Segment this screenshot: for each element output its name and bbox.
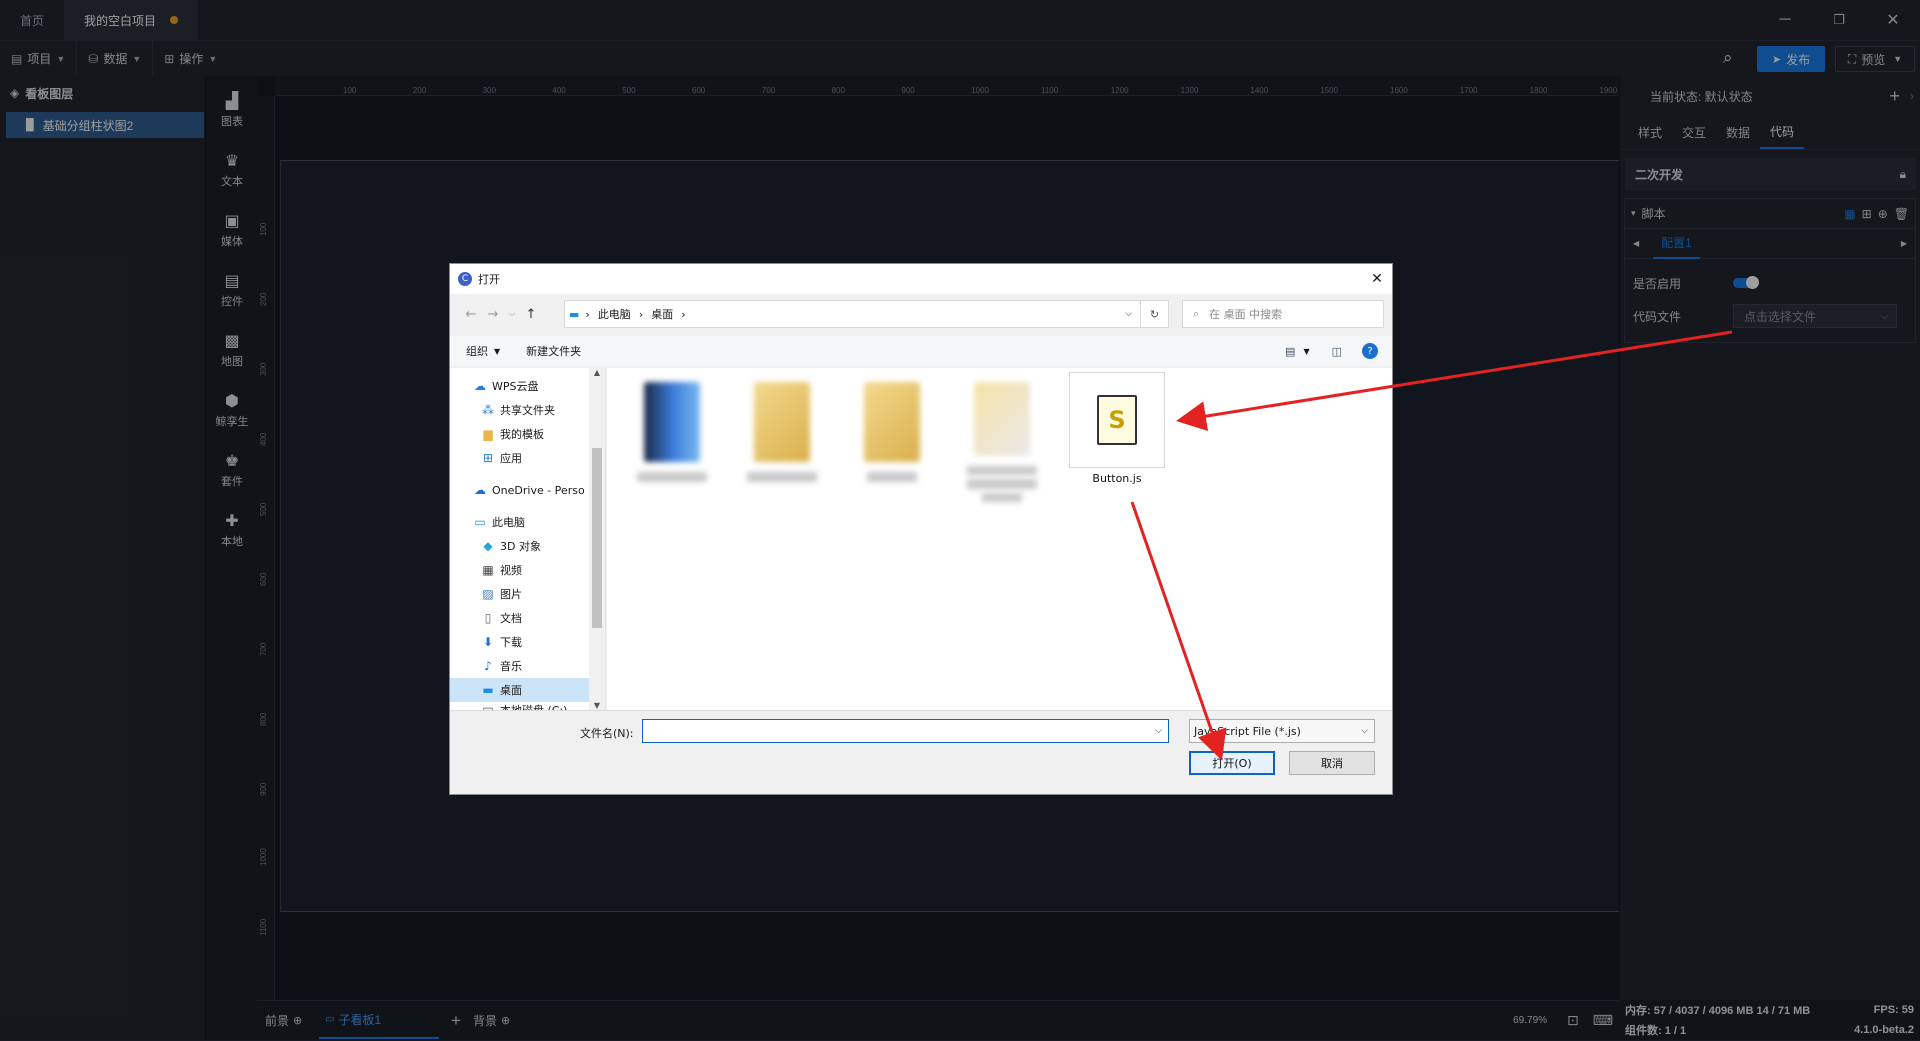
document-icon: ▯ [484,611,492,625]
filetype-label: JavaScript File (*.js) [1194,724,1301,738]
nav-item-label: 本地磁盘 (C:) [500,702,567,710]
address-bar[interactable]: ▬ › 此电脑 › 桌面 › ⌵ [564,300,1141,328]
cloud-icon: ☁ [474,379,486,393]
navigation-pane: ☁ WPS云盘 ⁂ 共享文件夹 ▆ 我的模板 ⊞ 应用 ☁ OneDrive - Pers… [450,368,606,710]
nav-item-label: 文档 [500,612,522,625]
cancel-button[interactable]: 取消 [1289,751,1375,775]
chevron-down-icon: ⌵ [1155,726,1162,736]
search-placeholder: 在 桌面 中搜索 [1209,308,1283,321]
file-name-label: Button.js [1092,472,1142,485]
breadcrumb-separator-icon: › [681,307,686,321]
onedrive-icon: ☁ [474,483,486,497]
nav-item-music[interactable]: ♪ 音乐 [450,654,605,678]
nav-item-onedrive[interactable]: ☁ OneDrive - Perso [450,478,605,502]
nav-item-this-pc[interactable]: ▭ 此电脑 [450,510,605,534]
nav-item-label: 视频 [500,564,522,577]
command-bar: 组织 ▼ 新建文件夹 ▤ ▼ ◫ ? [450,336,1392,366]
back-arrow-icon[interactable]: ← [460,300,482,328]
nav-scrollbar[interactable]: ▲ ▼ [589,368,605,710]
blurred-folder-item[interactable] [959,382,1045,502]
cancel-button-label: 取消 [1321,757,1343,770]
chevron-down-icon[interactable]: ▼ [1303,347,1309,356]
breadcrumb-separator-icon: › [638,307,644,321]
download-icon: ⬇ [482,635,494,649]
nav-item-my-templates[interactable]: ▆ 我的模板 [450,422,605,446]
dialog-titlebar: C 打开 ✕ [450,264,1392,294]
app-logo-icon: C [458,272,472,286]
filename-input[interactable]: ⌵ [642,719,1169,743]
disk-icon: ▭ [482,702,494,710]
nav-item-label: 共享文件夹 [500,404,555,417]
new-folder-button[interactable]: 新建文件夹 [526,343,581,359]
nav-item-label: 3D 对象 [500,540,541,553]
picture-icon: ▨ [482,587,494,601]
organize-menu[interactable]: 组织 ▼ [466,343,500,359]
recent-chevron-icon[interactable]: ⌵ [504,300,520,328]
blurred-folder-item[interactable] [849,382,935,502]
file-item-button-js[interactable]: S Button.js [1069,372,1165,492]
refresh-button[interactable]: ↻ [1141,300,1169,328]
breadcrumb-this-pc[interactable]: 此电脑 [598,306,631,322]
new-folder-label: 新建文件夹 [526,345,582,358]
nav-item-label: 图片 [500,588,522,601]
nav-item-shared-folder[interactable]: ⁂ 共享文件夹 [450,398,605,422]
computer-icon: ▬ [569,307,580,321]
scroll-thumb[interactable] [592,448,602,628]
view-options-icon[interactable]: ▤ [1285,345,1295,358]
dialog-footer: 文件名(N): ⌵ JavaScript File (*.js) ⌵ 打开(O) … [450,710,1392,794]
breadcrumb-desktop[interactable]: 桌面 [651,306,673,322]
filetype-select[interactable]: JavaScript File (*.js) ⌵ [1189,719,1375,743]
open-button[interactable]: 打开(O) [1189,751,1275,775]
dialog-title: 打开 [478,273,500,286]
up-arrow-icon[interactable]: ↑ [520,300,542,328]
share-icon: ⁂ [482,403,494,417]
organize-label: 组织 [466,345,488,358]
js-file-icon: S [1069,372,1165,468]
help-icon[interactable]: ? [1362,343,1378,359]
address-row: ← → ⌵ ↑ ▬ › 此电脑 › 桌面 › ⌵ ↻ ⌕ 在 桌面 中搜索 [460,300,1384,328]
preview-pane-icon[interactable]: ◫ [1332,345,1342,358]
nav-item-pictures[interactable]: ▨ 图片 [450,582,605,606]
nav-item-label: WPS云盘 [492,380,539,393]
nav-item-label: 我的模板 [500,428,544,441]
filename-label: 文件名(N): [580,727,634,740]
close-icon[interactable]: ✕ [1362,271,1392,287]
nav-item-downloads[interactable]: ⬇ 下载 [450,630,605,654]
nav-item-videos[interactable]: ▦ 视频 [450,558,605,582]
folder-search-input[interactable]: ⌕ 在 桌面 中搜索 [1182,300,1384,328]
folder-icon: ▆ [483,427,493,441]
nav-item-label: 下载 [500,636,522,649]
nav-item-desktop[interactable]: ▬ 桌面 [450,678,589,702]
nav-item-wps-cloud[interactable]: ☁ WPS云盘 [450,374,605,398]
cube-icon: ◆ [483,539,493,553]
chevron-down-icon: ⌵ [1361,726,1368,736]
nav-item-local-disk[interactable]: ▭ 本地磁盘 (C:) [450,702,605,710]
nav-item-documents[interactable]: ▯ 文档 [450,606,605,630]
file-list[interactable]: S Button.js [607,368,1392,710]
video-icon: ▦ [482,563,494,577]
open-file-dialog: C 打开 ✕ ← → ⌵ ↑ ▬ › 此电脑 › 桌面 › ⌵ ↻ ⌕ 在 桌面 … [449,263,1393,795]
nav-item-label: OneDrive - Perso [492,483,585,497]
search-icon: ⌕ [1193,307,1200,320]
nav-item-label: 桌面 [500,684,522,697]
open-button-label: 打开(O) [1212,757,1252,770]
blurred-file-item[interactable] [629,382,715,502]
desktop-icon: ▬ [482,683,494,697]
apps-icon: ⊞ [482,451,494,465]
chevron-down-icon[interactable]: ⌵ [1125,309,1132,319]
music-icon: ♪ [484,659,492,673]
nav-item-3d-objects[interactable]: ◆ 3D 对象 [450,534,605,558]
blurred-folder-item[interactable] [739,382,825,502]
nav-item-label: 此电脑 [492,516,525,529]
refresh-icon: ↻ [1149,307,1160,321]
forward-arrow-icon[interactable]: → [482,300,504,328]
computer-icon: ▭ [474,515,486,529]
nav-item-apps[interactable]: ⊞ 应用 [450,446,605,470]
nav-item-label: 应用 [500,452,522,465]
breadcrumb-separator-icon: › [585,307,590,321]
chevron-down-icon: ▼ [494,346,501,356]
nav-item-label: 音乐 [500,660,522,673]
